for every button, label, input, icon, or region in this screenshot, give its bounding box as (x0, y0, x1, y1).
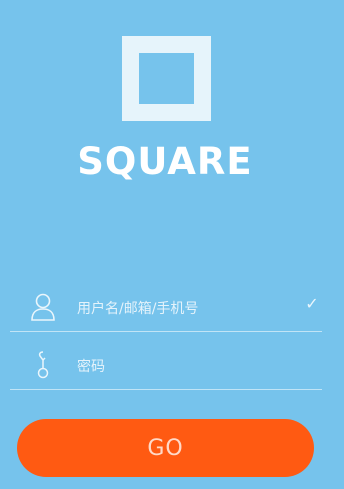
check-icon: ✓ (305, 296, 319, 313)
user-icon (31, 293, 55, 321)
key-icon (37, 351, 49, 379)
username-field[interactable]: 用户名/邮箱/手机号 ✓ (10, 284, 322, 332)
logo-square (122, 36, 211, 121)
password-field[interactable]: 密码 (10, 342, 322, 390)
username-placeholder: 用户名/邮箱/手机号 (77, 301, 199, 317)
go-button[interactable]: GO (17, 419, 314, 477)
login-screen: SQUARE 用户名/邮箱/手机号 ✓ 密码 GO (0, 0, 344, 489)
brand-title: SQUARE (77, 140, 253, 183)
password-placeholder: 密码 (77, 359, 105, 375)
